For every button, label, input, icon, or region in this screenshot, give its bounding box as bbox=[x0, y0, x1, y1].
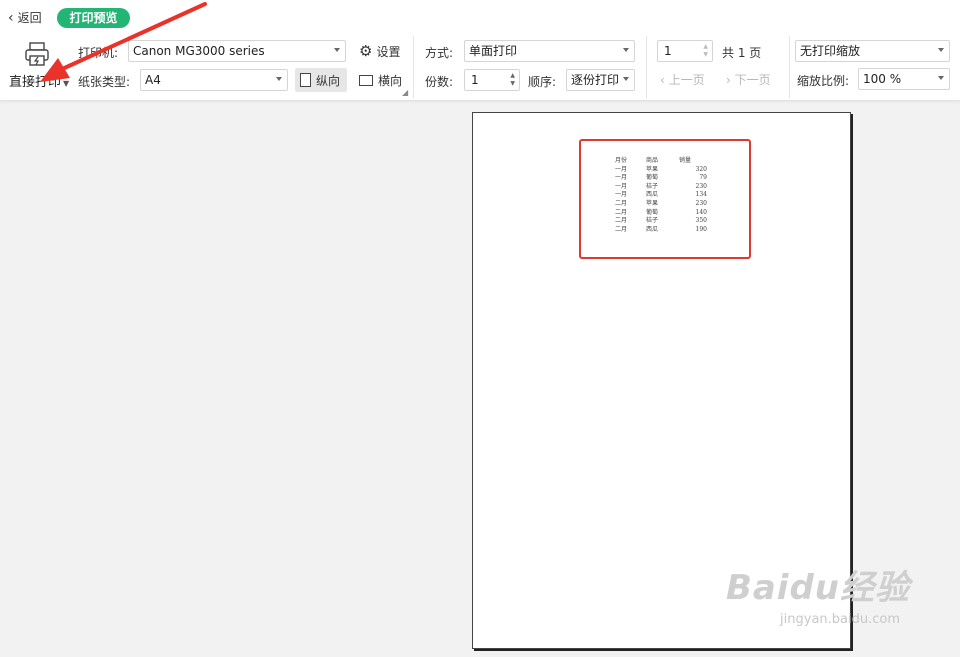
copies-stepper[interactable]: 1 ▲ ▼ bbox=[464, 69, 520, 91]
direct-print-button[interactable]: 直接打印 ▼ bbox=[9, 71, 69, 90]
print-preview-toolbar: ‹ 返回 打印预览 直接打印 ▼ 打印机: Canon MG3000 series… bbox=[0, 0, 960, 101]
chevron-left-icon: ‹ bbox=[660, 73, 665, 87]
print-preview-badge: 打印预览 bbox=[57, 8, 130, 28]
table-row: 一月 桔子 230 bbox=[615, 183, 707, 192]
order-select[interactable]: 逐份打印 bbox=[566, 69, 635, 91]
table-cell: 一月 bbox=[615, 182, 628, 190]
dropdown-arrow-icon bbox=[623, 77, 629, 81]
table-cell: 西瓜 bbox=[646, 191, 659, 199]
table-cell: 一月 bbox=[615, 191, 628, 199]
scale-ratio-value: 100 % bbox=[863, 72, 902, 86]
settings-label: 设置 bbox=[376, 44, 401, 59]
table-cell: 一月 bbox=[615, 165, 628, 173]
table-cell: 230 bbox=[695, 182, 707, 190]
table-row: 二月 苹果 230 bbox=[615, 200, 707, 209]
page-number-stepper[interactable]: 1 ▲ ▼ bbox=[657, 40, 713, 62]
divider bbox=[413, 36, 414, 98]
portrait-label: 纵向 bbox=[316, 73, 341, 88]
mode-label: 方式: bbox=[425, 46, 454, 60]
copies-value: 1 bbox=[471, 73, 479, 87]
table-cell: 230 bbox=[695, 199, 707, 207]
total-pages-label: 共 1 页 bbox=[722, 46, 762, 60]
table-cell: 134 bbox=[695, 191, 707, 199]
back-button[interactable]: ‹ 返回 bbox=[8, 9, 42, 26]
order-value: 逐份打印 bbox=[571, 73, 620, 87]
table-row: 一月 苹果 320 bbox=[615, 166, 707, 175]
next-page-button[interactable]: › 下一页 bbox=[726, 71, 771, 88]
scale-ratio-label: 缩放比例: bbox=[797, 74, 850, 88]
dropdown-arrow-icon bbox=[334, 48, 340, 52]
table-row: 二月 桔子 350 bbox=[615, 217, 707, 226]
printer-label: 打印机: bbox=[78, 46, 119, 60]
copies-label: 份数: bbox=[425, 75, 454, 89]
printer-icon[interactable] bbox=[24, 41, 50, 67]
stepper-arrows-icon[interactable]: ▲ ▼ bbox=[510, 72, 515, 88]
mode-select[interactable]: 单面打印 bbox=[464, 40, 635, 62]
table-cell: 葡萄 bbox=[646, 174, 659, 182]
printer-select[interactable]: Canon MG3000 series bbox=[128, 40, 346, 62]
landscape-page-icon bbox=[359, 74, 373, 86]
table-row: 一月 西瓜 134 bbox=[615, 191, 707, 200]
prev-page-label: 上一页 bbox=[668, 73, 705, 87]
watermark-logo: Baidu经验 bbox=[725, 568, 910, 608]
table-cell: 350 bbox=[695, 217, 707, 225]
table-cell: 西瓜 bbox=[646, 225, 659, 233]
table-cell: 二月 bbox=[615, 199, 628, 207]
table-row: 二月 西瓜 190 bbox=[615, 226, 707, 235]
table-cell: 二月 bbox=[615, 208, 628, 216]
current-page-value: 1 bbox=[664, 44, 672, 58]
chevron-left-icon: ‹ bbox=[8, 9, 14, 26]
watermark-url: jingyan.baidu.com bbox=[780, 612, 900, 627]
chevron-right-icon: › bbox=[726, 73, 731, 87]
table-cell: 苹果 bbox=[646, 165, 659, 173]
table-cell: 二月 bbox=[615, 217, 628, 225]
direct-print-label: 直接打印 bbox=[9, 75, 62, 90]
divider bbox=[789, 36, 790, 98]
table-header-row: 月份 商品 销量 bbox=[615, 157, 707, 166]
dropdown-arrow-icon bbox=[276, 77, 282, 81]
column-header: 月份 bbox=[615, 157, 628, 164]
paper-type-select[interactable]: A4 bbox=[140, 69, 288, 91]
table-cell: 二月 bbox=[615, 225, 628, 233]
landscape-button[interactable]: 横向 bbox=[354, 68, 407, 92]
printer-settings-button[interactable]: ⚙ 设置 bbox=[354, 39, 405, 63]
table-cell: 桔子 bbox=[646, 182, 659, 190]
expand-corner-icon[interactable]: ◢ bbox=[402, 88, 408, 97]
next-page-label: 下一页 bbox=[734, 73, 771, 87]
dropdown-arrow-icon bbox=[938, 48, 944, 52]
sheet-table: 月份 商品 销量 一月 苹果 320 一月 葡萄 79 一月 桔子 230 一月 西瓜 134 … bbox=[615, 157, 707, 234]
table-cell: 140 bbox=[695, 208, 707, 216]
table-cell: 一月 bbox=[615, 174, 628, 182]
dropdown-arrow-icon bbox=[938, 76, 944, 80]
paper-type-value: A4 bbox=[145, 73, 161, 87]
scaling-select[interactable]: 无打印缩放 bbox=[795, 40, 950, 62]
order-label: 顺序: bbox=[528, 75, 557, 89]
gear-icon: ⚙ bbox=[359, 41, 373, 60]
scale-ratio-select[interactable]: 100 % bbox=[858, 68, 950, 90]
table-cell: 葡萄 bbox=[646, 208, 659, 216]
table-cell: 79 bbox=[699, 174, 707, 182]
divider bbox=[646, 36, 647, 98]
table-cell: 苹果 bbox=[646, 199, 659, 207]
prev-page-button[interactable]: ‹ 上一页 bbox=[660, 71, 705, 88]
table-row: 二月 葡萄 140 bbox=[615, 209, 707, 218]
column-header: 销量 bbox=[679, 157, 692, 164]
mode-value: 单面打印 bbox=[469, 44, 518, 58]
paper-type-label: 纸张类型: bbox=[78, 75, 131, 89]
column-header: 商品 bbox=[646, 157, 659, 164]
landscape-label: 横向 bbox=[378, 73, 403, 88]
table-cell: 桔子 bbox=[646, 217, 659, 225]
back-label: 返回 bbox=[17, 11, 42, 25]
portrait-page-icon bbox=[300, 73, 311, 87]
caret-down-icon: ▼ bbox=[63, 79, 70, 88]
table-row: 一月 葡萄 79 bbox=[615, 174, 707, 183]
portrait-button[interactable]: 纵向 bbox=[295, 68, 347, 92]
table-cell: 190 bbox=[695, 225, 707, 233]
dropdown-arrow-icon bbox=[623, 48, 629, 52]
stepper-arrows-icon[interactable]: ▲ ▼ bbox=[703, 43, 708, 59]
table-cell: 320 bbox=[695, 165, 707, 173]
scaling-value: 无打印缩放 bbox=[800, 44, 861, 58]
printer-value: Canon MG3000 series bbox=[133, 44, 265, 58]
